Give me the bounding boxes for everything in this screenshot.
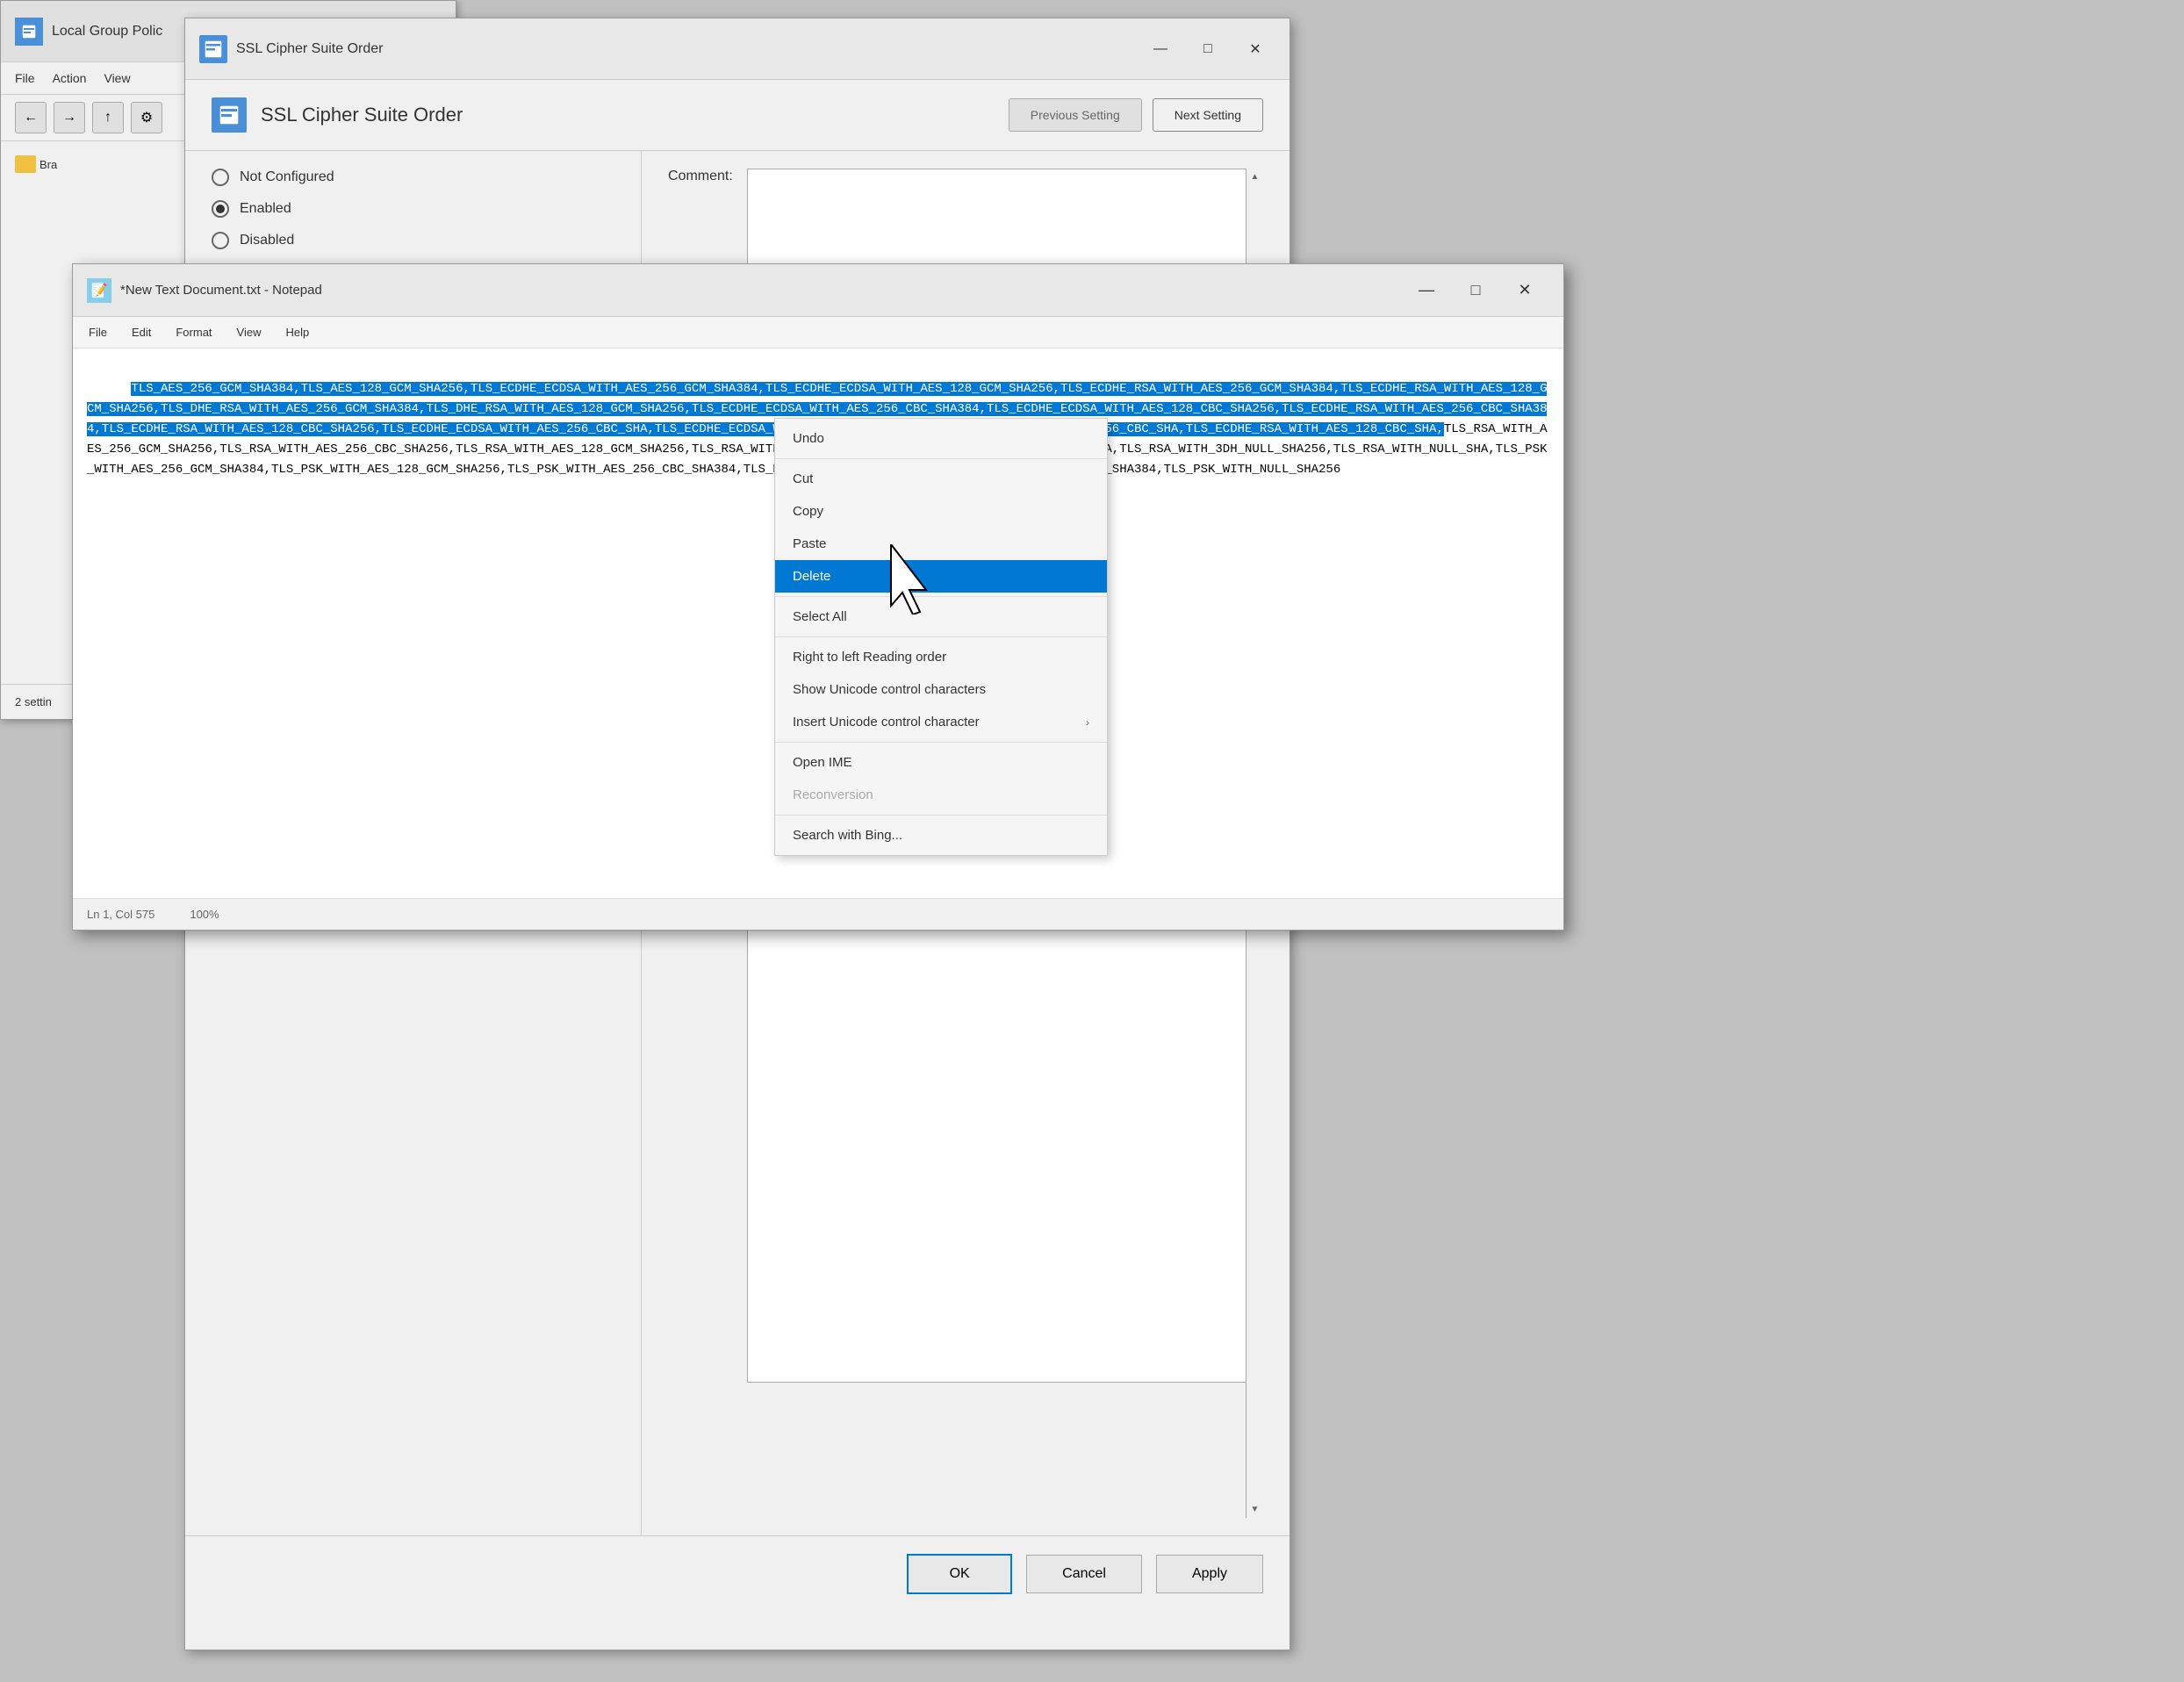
ctx-reconversion: Reconversion: [775, 779, 1107, 811]
ctx-sep-5: [775, 815, 1107, 816]
lgp-menu-action[interactable]: Action: [53, 71, 87, 85]
disabled-radio[interactable]: [212, 232, 229, 249]
ok-button[interactable]: OK: [907, 1554, 1012, 1594]
enabled-option[interactable]: Enabled: [212, 200, 614, 218]
notepad-status-zoom: 100%: [190, 908, 219, 921]
ctx-open-ime[interactable]: Open IME: [775, 746, 1107, 779]
notepad-menu-format[interactable]: Format: [170, 322, 217, 342]
apply-button[interactable]: Apply: [1156, 1555, 1263, 1593]
scrollbar-down[interactable]: ▼: [1251, 1505, 1260, 1514]
notepad-icon: 📝: [87, 278, 111, 303]
next-setting-button[interactable]: Next Setting: [1153, 98, 1263, 132]
comment-label: Comment:: [668, 169, 733, 184]
not-configured-label: Not Configured: [240, 169, 334, 185]
context-menu: Undo Cut Copy Paste Delete Select All Ri…: [774, 418, 1108, 856]
notepad-menu-help[interactable]: Help: [280, 322, 314, 342]
notepad-minimize-button[interactable]: —: [1402, 273, 1451, 308]
enabled-label: Enabled: [240, 201, 291, 217]
ctx-arrow-icon: ›: [1086, 716, 1089, 729]
ssl-close-button[interactable]: ✕: [1235, 29, 1275, 69]
ctx-paste[interactable]: Paste: [775, 528, 1107, 560]
up-button[interactable]: ↑: [92, 102, 124, 133]
ssl-maximize-button[interactable]: □: [1188, 29, 1228, 69]
not-configured-option[interactable]: Not Configured: [212, 169, 614, 186]
ctx-cut[interactable]: Cut: [775, 463, 1107, 495]
notepad-menu-view[interactable]: View: [232, 322, 267, 342]
enabled-radio[interactable]: [212, 200, 229, 218]
scrollbar-up[interactable]: ▲: [1251, 172, 1260, 182]
cancel-button[interactable]: Cancel: [1026, 1555, 1142, 1593]
ssl-header-icon: [212, 97, 247, 133]
ctx-show-unicode[interactable]: Show Unicode control characters: [775, 673, 1107, 706]
ssl-nav-buttons: Previous Setting Next Setting: [1009, 98, 1263, 132]
ctx-sep-2: [775, 596, 1107, 597]
lgp-menu-view[interactable]: View: [104, 71, 130, 85]
notepad-controls: — □ ✕: [1402, 273, 1549, 308]
ssl-titlebar: SSL Cipher Suite Order — □ ✕: [185, 18, 1290, 80]
ctx-sep-4: [775, 742, 1107, 743]
forward-button[interactable]: →: [54, 102, 85, 133]
notepad-menubar: File Edit Format View Help: [73, 317, 1563, 349]
notepad-menu-edit[interactable]: Edit: [126, 322, 156, 342]
ssl-header-title: SSL Cipher Suite Order: [261, 104, 1009, 126]
folder-icon: [15, 155, 36, 173]
ctx-sep-1: [775, 458, 1107, 459]
disabled-option[interactable]: Disabled: [212, 232, 614, 249]
notepad-statusbar: Ln 1, Col 575 100%: [73, 898, 1563, 930]
not-configured-radio[interactable]: [212, 169, 229, 186]
ctx-sep-3: [775, 636, 1107, 637]
ctx-rtl[interactable]: Right to left Reading order: [775, 641, 1107, 673]
notepad-status-ln: Ln 1, Col 575: [87, 908, 154, 921]
back-button[interactable]: ←: [15, 102, 47, 133]
ctx-delete[interactable]: Delete: [775, 560, 1107, 593]
notepad-title: *New Text Document.txt - Notepad: [120, 283, 1402, 298]
lgp-status-text: 2 settin: [15, 695, 52, 708]
ctx-undo[interactable]: Undo: [775, 422, 1107, 455]
ssl-footer: OK Cancel Apply: [185, 1536, 1290, 1612]
notepad-maximize-button[interactable]: □: [1451, 273, 1500, 308]
lgp-icon: [15, 18, 43, 46]
ssl-minimize-button[interactable]: —: [1140, 29, 1181, 69]
ctx-insert-unicode[interactable]: Insert Unicode control character ›: [775, 706, 1107, 738]
ssl-titlebar-controls: — □ ✕: [1140, 29, 1275, 69]
ctx-search-bing[interactable]: Search with Bing...: [775, 819, 1107, 852]
properties-button[interactable]: ⚙: [131, 102, 162, 133]
ssl-titlebar-icon: [199, 35, 227, 63]
ssl-titlebar-title: SSL Cipher Suite Order: [236, 41, 1140, 57]
disabled-label: Disabled: [240, 233, 294, 248]
ctx-select-all[interactable]: Select All: [775, 600, 1107, 633]
radio-group: Not Configured Enabled Disabled: [212, 169, 614, 249]
ssl-header: SSL Cipher Suite Order Previous Setting …: [185, 80, 1290, 151]
lgp-title: Local Group Polic: [52, 24, 162, 40]
notepad-close-button[interactable]: ✕: [1500, 273, 1549, 308]
notepad-titlebar: 📝 *New Text Document.txt - Notepad — □ ✕: [73, 264, 1563, 317]
lgp-menu-file[interactable]: File: [15, 71, 35, 85]
prev-setting-button[interactable]: Previous Setting: [1009, 98, 1142, 132]
breadcrumb-text: Bra: [40, 158, 57, 171]
notepad-menu-file[interactable]: File: [83, 322, 112, 342]
ctx-copy[interactable]: Copy: [775, 495, 1107, 528]
